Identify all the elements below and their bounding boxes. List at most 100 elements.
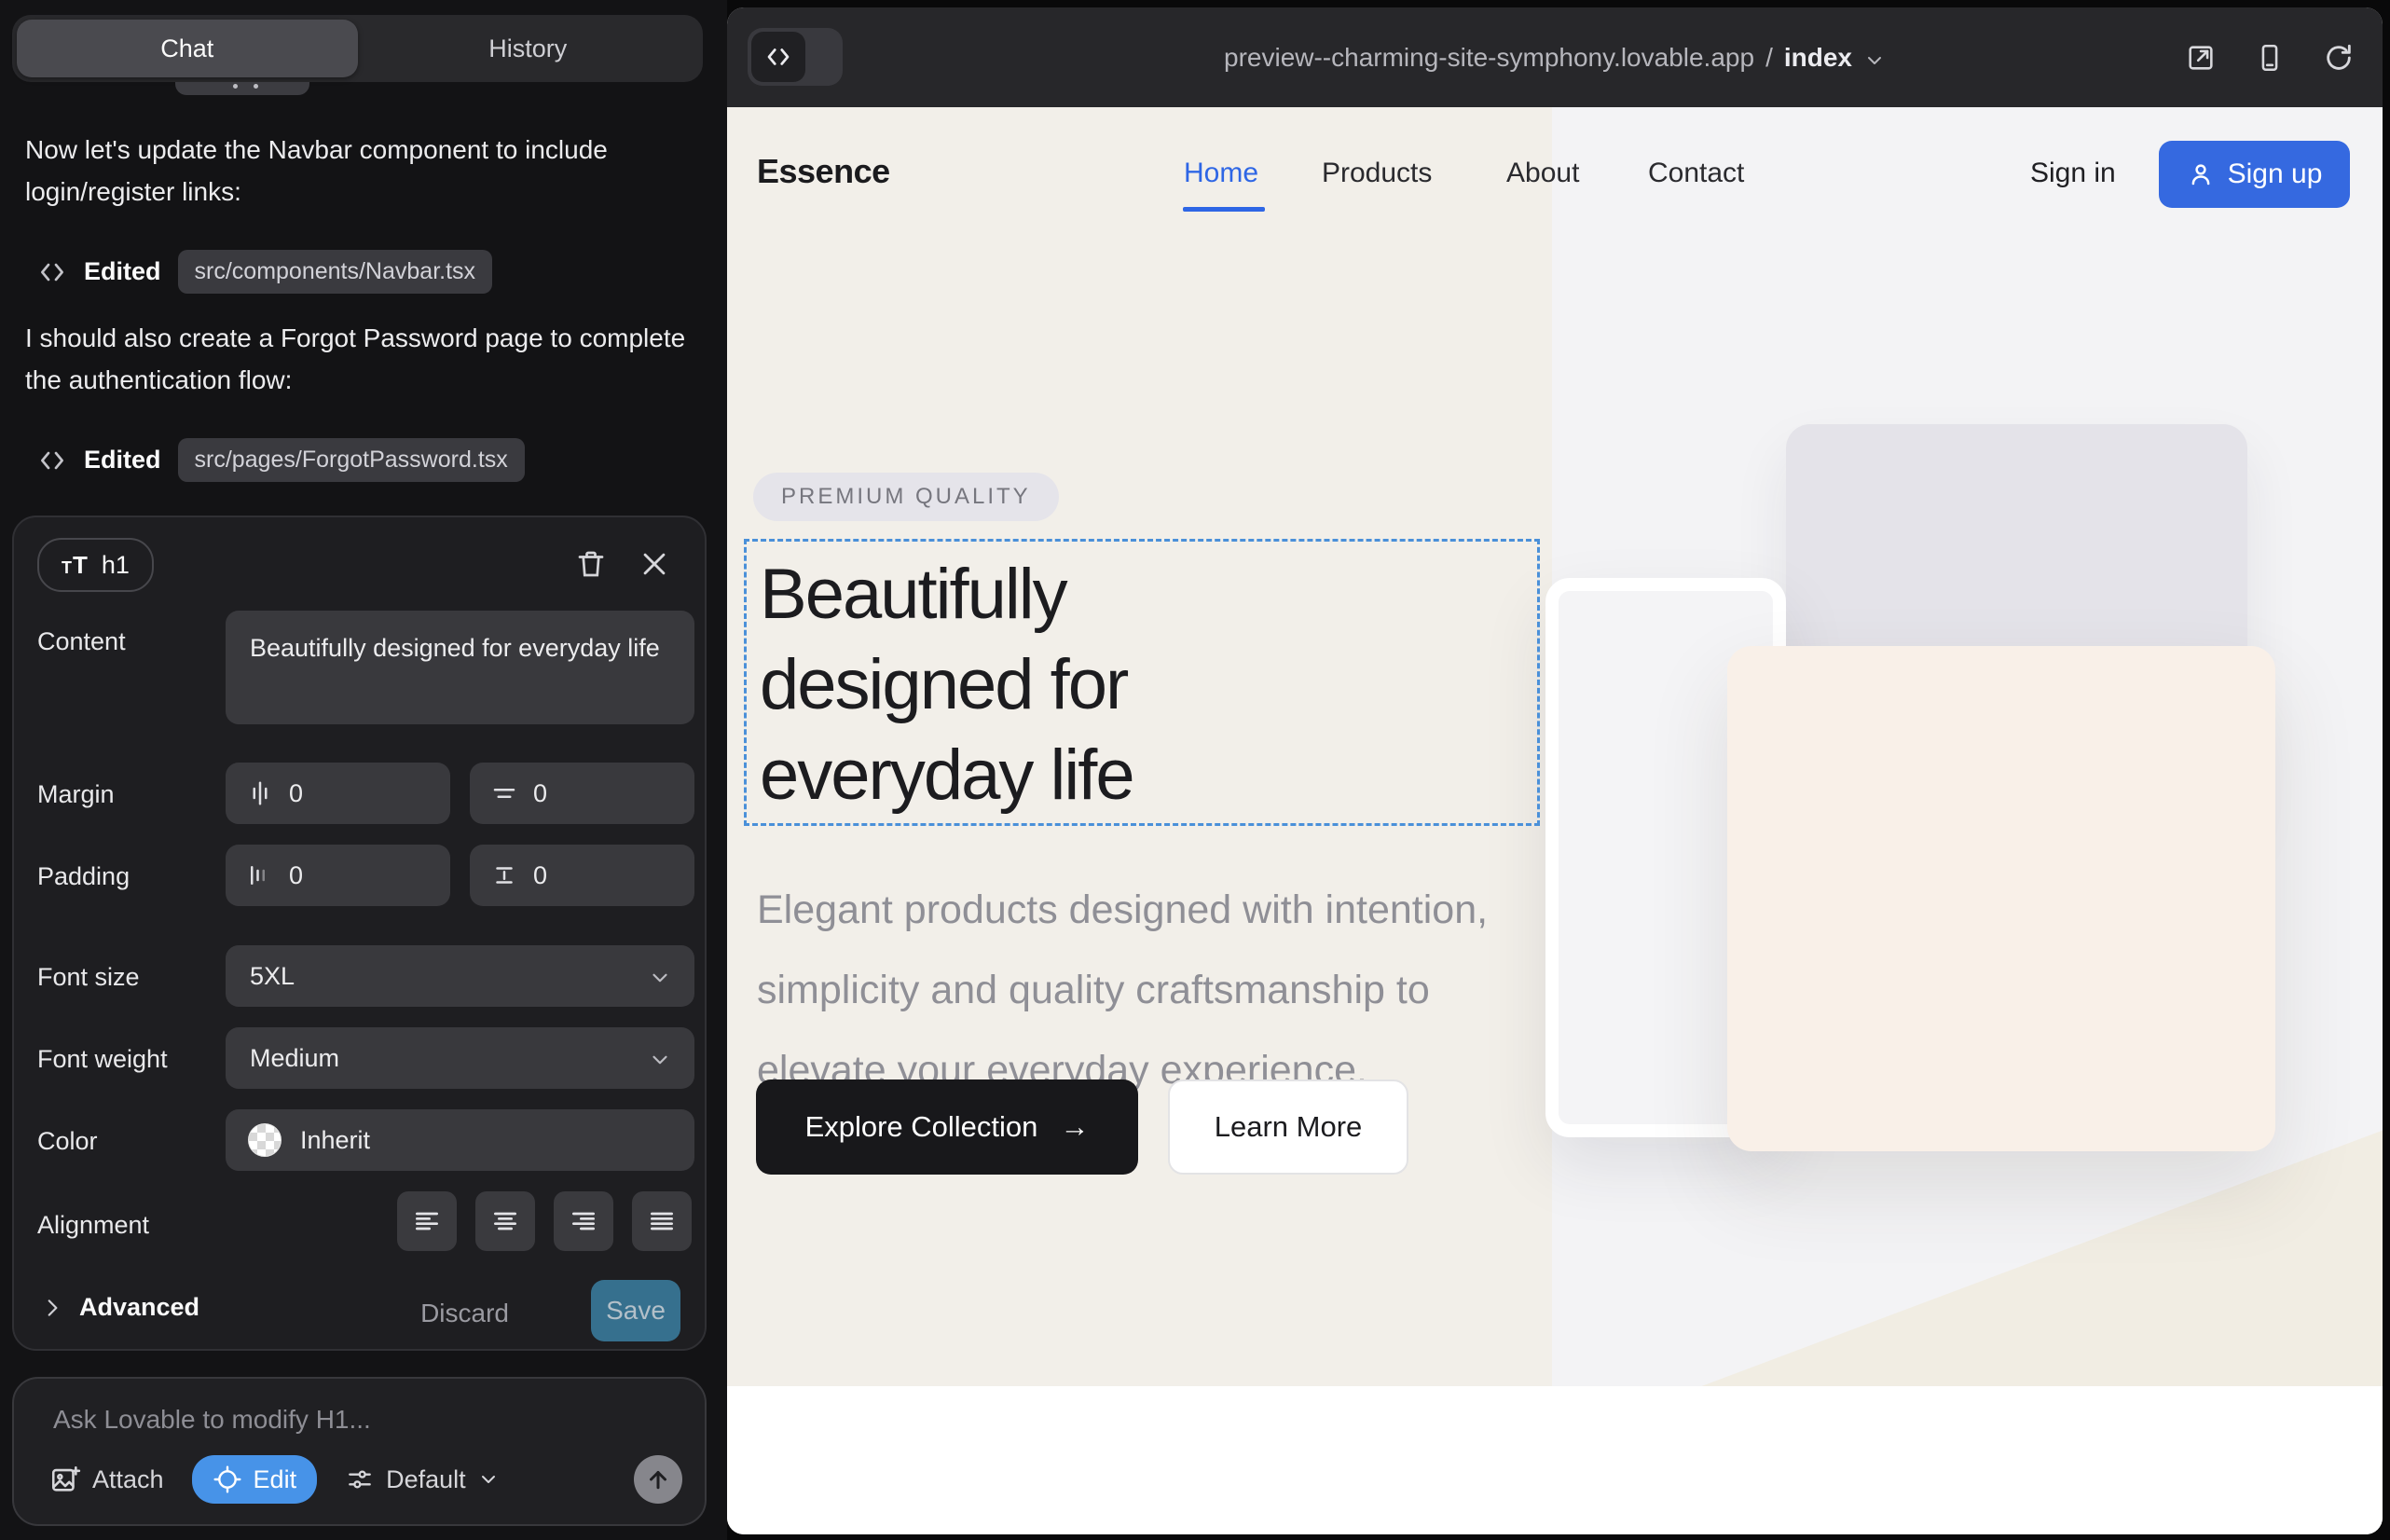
margin-y-value: 0	[533, 779, 547, 808]
preview-panel: preview--charming-site-symphony.lovable.…	[727, 7, 2383, 1534]
explore-label: Explore Collection	[805, 1110, 1038, 1144]
align-center-button[interactable]	[475, 1191, 535, 1251]
margin-y-input[interactable]: 0	[470, 763, 694, 824]
color-label: Color	[37, 1127, 98, 1156]
site-logo[interactable]: Essence	[757, 152, 890, 191]
tab-history[interactable]: History	[358, 20, 699, 77]
attach-image-icon	[49, 1464, 81, 1495]
attach-button[interactable]: Attach	[49, 1464, 164, 1495]
typography-icon: TT	[62, 551, 89, 580]
advanced-toggle[interactable]: Advanced	[40, 1293, 199, 1322]
font-weight-select[interactable]: Medium	[226, 1027, 694, 1089]
font-size-label: Font size	[37, 963, 140, 992]
site-navbar: Essence Home Products About Contact Sign…	[727, 107, 2383, 247]
edit-label: Edit	[254, 1465, 297, 1494]
site-preview: Essence Home Products About Contact Sign…	[727, 107, 2383, 1534]
code-icon	[37, 446, 67, 475]
delete-element-button[interactable]	[570, 543, 611, 584]
url-page: index	[1784, 43, 1852, 73]
nav-link-contact[interactable]: Contact	[1648, 158, 1744, 189]
align-left-button[interactable]	[397, 1191, 457, 1251]
open-external-button[interactable]	[2185, 42, 2217, 74]
file-badge[interactable]: src/components/Navbar.tsx	[178, 250, 493, 294]
chevron-down-icon	[648, 1048, 672, 1072]
decorative-card-peach	[1727, 646, 2275, 1151]
file-badge[interactable]: src/pages/ForgotPassword.tsx	[178, 438, 525, 482]
padding-x-input[interactable]: 0	[226, 845, 450, 906]
align-right-button[interactable]	[554, 1191, 613, 1251]
user-icon	[2187, 160, 2215, 188]
padding-y-value: 0	[533, 861, 547, 890]
chat-composer: Attach Edit Default	[12, 1377, 707, 1526]
edited-label: Edited	[84, 257, 161, 286]
premium-quality-badge: PREMIUM QUALITY	[753, 473, 1059, 521]
padding-vertical-icon	[490, 861, 518, 889]
refresh-button[interactable]	[2323, 42, 2355, 74]
active-nav-underline	[1183, 207, 1265, 212]
font-weight-value: Medium	[250, 1044, 339, 1073]
edited-file-row[interactable]: Edited src/pages/ForgotPassword.tsx	[37, 438, 525, 482]
nav-link-products[interactable]: Products	[1322, 158, 1432, 189]
sign-up-label: Sign up	[2228, 158, 2323, 190]
assistant-message: I should also create a Forgot Password p…	[25, 317, 687, 401]
margin-horizontal-icon	[246, 779, 274, 807]
font-size-select[interactable]: 5XL	[226, 945, 694, 1007]
color-swatch	[248, 1123, 282, 1157]
assistant-message: Now let's update the Navbar component to…	[25, 129, 687, 213]
hero-paragraph: Elegant products designed with intention…	[757, 870, 1512, 1110]
sliders-icon	[345, 1464, 375, 1494]
margin-vertical-icon	[490, 779, 518, 807]
preview-toolbar: preview--charming-site-symphony.lovable.…	[727, 7, 2383, 107]
margin-label: Margin	[37, 780, 115, 809]
mobile-view-button[interactable]	[2254, 42, 2286, 74]
send-button[interactable]	[634, 1455, 682, 1504]
code-icon	[37, 257, 67, 287]
close-editor-button[interactable]	[634, 543, 675, 584]
scrolled-badge-remnant	[175, 82, 309, 95]
chat-history-tabbar: Chat History	[12, 15, 703, 82]
sign-up-button[interactable]: Sign up	[2159, 141, 2350, 208]
default-mode-button[interactable]: Default	[345, 1464, 500, 1494]
url-separator: /	[1765, 43, 1773, 73]
content-input[interactable]: Beautifully designed for everyday life	[226, 611, 694, 724]
sign-in-link[interactable]: Sign in	[2030, 158, 2116, 189]
app-window: Chat History Now let's update the Navbar…	[0, 0, 2390, 1540]
default-label: Default	[386, 1465, 466, 1494]
content-label: Content	[37, 627, 126, 656]
chevron-down-icon	[648, 966, 672, 990]
chat-input[interactable]	[53, 1405, 650, 1435]
padding-y-input[interactable]: 0	[470, 845, 694, 906]
url-host: preview--charming-site-symphony.lovable.…	[1224, 43, 1754, 73]
element-editor-panel: TT h1 Content Beautifully designed for e…	[12, 516, 707, 1351]
margin-x-input[interactable]: 0	[226, 763, 450, 824]
save-button[interactable]: Save	[591, 1280, 680, 1341]
discard-button[interactable]: Discard	[420, 1299, 509, 1328]
align-justify-button[interactable]	[632, 1191, 692, 1251]
color-select[interactable]: Inherit	[226, 1109, 694, 1171]
chevron-down-icon	[1863, 49, 1886, 72]
padding-x-value: 0	[289, 861, 303, 890]
explore-collection-button[interactable]: Explore Collection →	[756, 1079, 1138, 1175]
margin-x-value: 0	[289, 779, 303, 808]
padding-horizontal-icon	[246, 861, 274, 889]
element-tag-label: h1	[102, 551, 130, 580]
hero-heading[interactable]: Beautifully designed for everyday life	[760, 549, 1133, 820]
attach-label: Attach	[92, 1465, 164, 1494]
nav-link-home[interactable]: Home	[1184, 158, 1258, 189]
chevron-down-icon	[477, 1468, 500, 1491]
edit-mode-button[interactable]: Edit	[192, 1455, 318, 1504]
crosshair-icon	[213, 1464, 242, 1494]
chevron-right-icon	[40, 1296, 64, 1320]
selected-element-outline[interactable]: Beautifully designed for everyday life	[744, 539, 1540, 826]
chat-sidebar: Chat History Now let's update the Navbar…	[0, 0, 727, 1540]
font-weight-label: Font weight	[37, 1045, 168, 1074]
arrow-right-icon: →	[1060, 1110, 1089, 1144]
selected-element-tag: TT h1	[37, 538, 154, 592]
alignment-label: Alignment	[37, 1211, 149, 1240]
edited-file-row[interactable]: Edited src/components/Navbar.tsx	[37, 250, 492, 294]
nav-link-about[interactable]: About	[1506, 158, 1579, 189]
edited-label: Edited	[84, 446, 161, 474]
tab-chat[interactable]: Chat	[17, 20, 358, 77]
url-bar[interactable]: preview--charming-site-symphony.lovable.…	[727, 7, 2383, 107]
learn-more-button[interactable]: Learn More	[1168, 1079, 1408, 1175]
